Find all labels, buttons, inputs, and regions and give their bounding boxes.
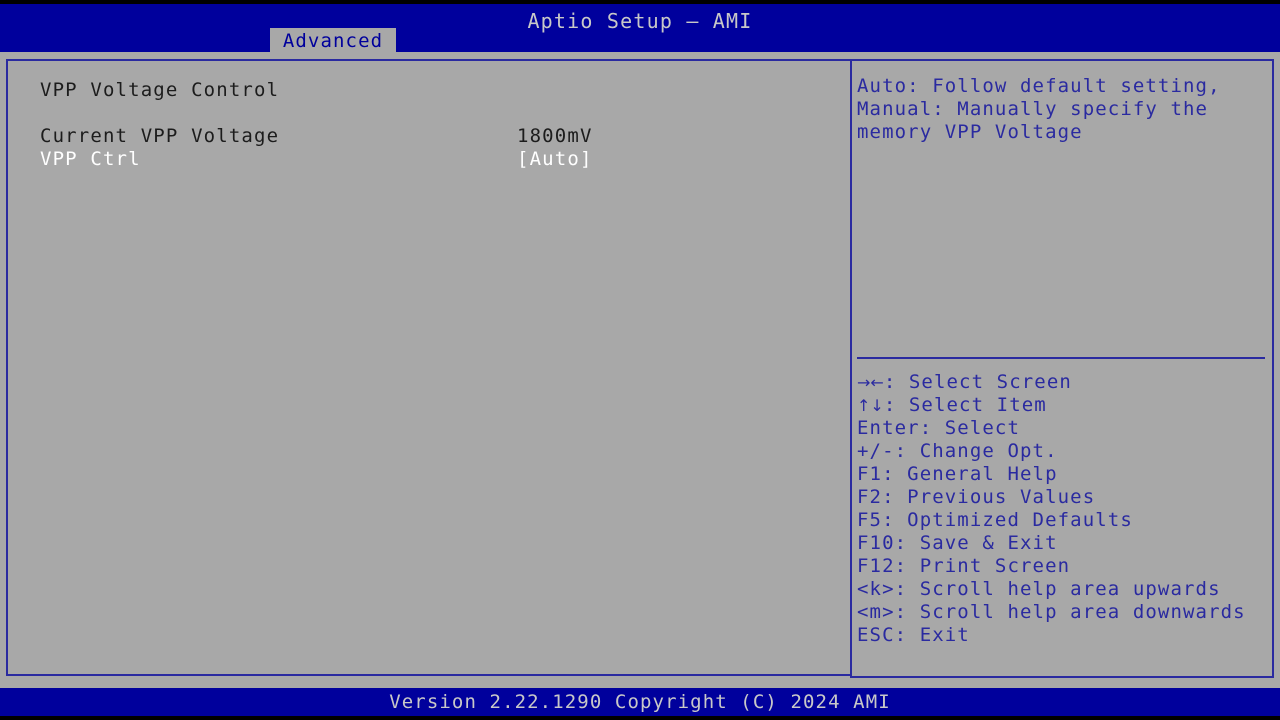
section-title-row: VPP Voltage Control <box>8 79 850 102</box>
shortcut-text: <m>: Scroll help area downwards <box>857 601 1246 623</box>
shortcut-line: ↑↓: Select Item <box>857 394 1272 417</box>
setting-label-current-vpp-voltage: Current VPP Voltage <box>40 125 279 147</box>
tab-advanced[interactable]: Advanced <box>270 28 396 53</box>
bios-setup-screen: Aptio Setup – AMI Advanced VPP Voltage C… <box>0 0 1280 720</box>
shortcut-text: Enter: Select <box>857 417 1020 439</box>
page-title: Aptio Setup – AMI <box>0 9 1280 33</box>
shortcut-line: F1: General Help <box>857 463 1272 486</box>
keyboard-shortcuts-list: →←: Select Screen↑↓: Select ItemEnter: S… <box>857 371 1272 647</box>
shortcut-text: : Select Item <box>884 394 1047 416</box>
shortcut-text: : Select Screen <box>884 371 1072 393</box>
bottom-black-bar <box>0 716 1280 720</box>
shortcut-line: →←: Select Screen <box>857 371 1272 394</box>
shortcut-line: <k>: Scroll help area upwards <box>857 578 1272 601</box>
arrow-keys-icon: →← <box>857 373 884 392</box>
shortcut-line: F12: Print Screen <box>857 555 1272 578</box>
help-divider <box>857 357 1265 359</box>
shortcut-text: F10: Save & Exit <box>857 532 1058 554</box>
table-row[interactable]: Current VPP Voltage 1800mV <box>8 125 850 148</box>
shortcut-line: +/-: Change Opt. <box>857 440 1272 463</box>
shortcut-line: ESC: Exit <box>857 624 1272 647</box>
shortcut-text: F5: Optimized Defaults <box>857 509 1133 531</box>
help-description: Auto: Follow default setting, Manual: Ma… <box>857 75 1269 144</box>
version-copyright: Version 2.22.1290 Copyright (C) 2024 AMI <box>0 691 1280 713</box>
arrow-keys-icon: ↑↓ <box>857 396 884 415</box>
shortcut-text: F12: Print Screen <box>857 555 1070 577</box>
table-row[interactable]: VPP Ctrl [Auto] <box>8 148 850 171</box>
section-title: VPP Voltage Control <box>40 79 279 101</box>
shortcut-text: <k>: Scroll help area upwards <box>857 578 1221 600</box>
help-panel: Auto: Follow default setting, Manual: Ma… <box>850 59 1274 678</box>
shortcut-line: F5: Optimized Defaults <box>857 509 1272 532</box>
title-bar: Aptio Setup – AMI <box>0 4 1280 52</box>
footer-bar: Version 2.22.1290 Copyright (C) 2024 AMI <box>0 688 1280 716</box>
shortcut-text: ESC: Exit <box>857 624 970 646</box>
shortcut-line: F2: Previous Values <box>857 486 1272 509</box>
setting-value-vpp-ctrl[interactable]: [Auto] <box>517 148 593 170</box>
settings-panel: VPP Voltage Control Current VPP Voltage … <box>6 59 850 676</box>
shortcut-line: Enter: Select <box>857 417 1272 440</box>
setting-value-current-vpp-voltage: 1800mV <box>517 125 593 147</box>
tab-advanced-label: Advanced <box>283 30 383 52</box>
setting-label-vpp-ctrl: VPP Ctrl <box>40 148 141 170</box>
shortcut-text: F1: General Help <box>857 463 1058 485</box>
shortcut-line: F10: Save & Exit <box>857 532 1272 555</box>
shortcut-line: <m>: Scroll help area downwards <box>857 601 1272 624</box>
shortcut-text: F2: Previous Values <box>857 486 1095 508</box>
shortcut-text: +/-: Change Opt. <box>857 440 1058 462</box>
